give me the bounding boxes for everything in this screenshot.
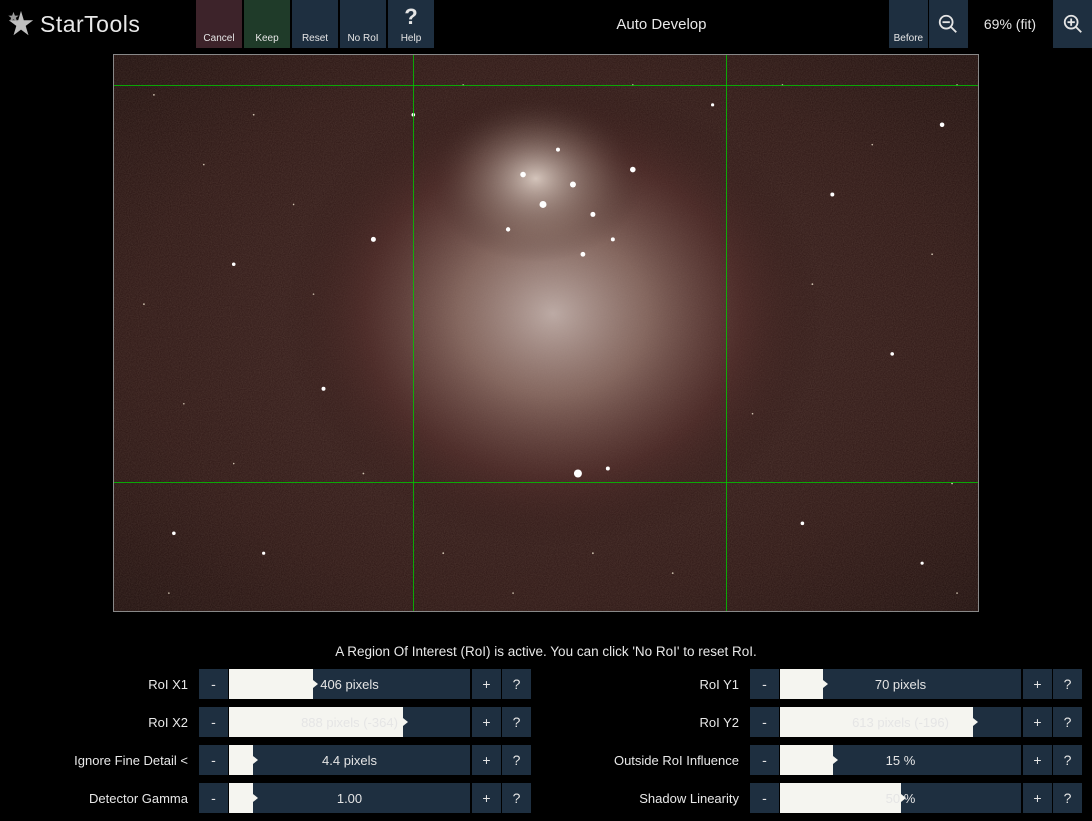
param-help-button[interactable]: ? bbox=[501, 745, 531, 775]
param-label: RoI Y1 bbox=[561, 669, 749, 699]
param-help-button[interactable]: ? bbox=[501, 707, 531, 737]
param-row: Outside RoI Influence-15 %+? bbox=[561, 745, 1082, 775]
zoom-level: 69% (fit) bbox=[968, 0, 1052, 48]
keep-label: Keep bbox=[255, 33, 278, 44]
param-decrement-button[interactable]: - bbox=[749, 783, 779, 813]
param-slider[interactable]: 406 pixels bbox=[229, 669, 470, 699]
param-label: RoI X1 bbox=[10, 669, 198, 699]
help-button[interactable]: ? Help bbox=[387, 0, 435, 48]
param-help-button[interactable]: ? bbox=[1052, 669, 1082, 699]
param-row: RoI Y1-70 pixels+? bbox=[561, 669, 1082, 699]
param-slider[interactable]: 70 pixels bbox=[780, 669, 1021, 699]
param-help-button[interactable]: ? bbox=[501, 669, 531, 699]
param-slider[interactable]: 888 pixels (-364) bbox=[229, 707, 470, 737]
zoom-in-icon bbox=[1062, 13, 1084, 35]
param-value: 4.4 pixels bbox=[229, 745, 470, 775]
param-slider[interactable]: 15 % bbox=[780, 745, 1021, 775]
keep-button[interactable]: Keep bbox=[243, 0, 291, 48]
no-roi-label: No RoI bbox=[347, 33, 378, 44]
param-increment-button[interactable]: + bbox=[471, 783, 501, 813]
module-title: Auto Develop bbox=[435, 0, 888, 48]
cancel-button[interactable]: Cancel bbox=[195, 0, 243, 48]
question-icon: ? bbox=[404, 0, 417, 33]
param-help-button[interactable]: ? bbox=[1052, 707, 1082, 737]
param-column-right: RoI Y1-70 pixels+?RoI Y2-613 pixels (-19… bbox=[561, 669, 1082, 821]
param-increment-button[interactable]: + bbox=[1022, 745, 1052, 775]
param-increment-button[interactable]: + bbox=[471, 707, 501, 737]
nebula-image bbox=[114, 55, 978, 611]
top-toolbar: StarTools Cancel Keep Reset No RoI ? Hel… bbox=[0, 0, 1092, 48]
param-column-left: RoI X1-406 pixels+?RoI X2-888 pixels (-3… bbox=[10, 669, 531, 821]
param-slider[interactable]: 4.4 pixels bbox=[229, 745, 470, 775]
param-row: Ignore Fine Detail <-4.4 pixels+? bbox=[10, 745, 531, 775]
param-increment-button[interactable]: + bbox=[471, 745, 501, 775]
param-label: RoI X2 bbox=[10, 707, 198, 737]
param-slider[interactable]: 50 % bbox=[780, 783, 1021, 813]
reset-label: Reset bbox=[302, 33, 328, 44]
before-button[interactable]: Before bbox=[888, 0, 928, 48]
parameters-panel: RoI X1-406 pixels+?RoI X2-888 pixels (-3… bbox=[0, 669, 1092, 821]
zoom-tools: Before 69% (fit) bbox=[888, 0, 1092, 48]
param-label: Outside RoI Influence bbox=[561, 745, 749, 775]
cancel-label: Cancel bbox=[203, 33, 234, 44]
before-label: Before bbox=[894, 33, 923, 44]
param-decrement-button[interactable]: - bbox=[749, 745, 779, 775]
param-help-button[interactable]: ? bbox=[1052, 783, 1082, 813]
param-help-button[interactable]: ? bbox=[501, 783, 531, 813]
param-decrement-button[interactable]: - bbox=[198, 669, 228, 699]
no-roi-button[interactable]: No RoI bbox=[339, 0, 387, 48]
zoom-out-icon bbox=[937, 13, 959, 35]
param-label: Shadow Linearity bbox=[561, 783, 749, 813]
star-icon bbox=[6, 9, 36, 39]
param-label: RoI Y2 bbox=[561, 707, 749, 737]
param-row: RoI X1-406 pixels+? bbox=[10, 669, 531, 699]
param-increment-button[interactable]: + bbox=[1022, 783, 1052, 813]
param-increment-button[interactable]: + bbox=[471, 669, 501, 699]
param-value: 1.00 bbox=[229, 783, 470, 813]
status-message: A Region Of Interest (RoI) is active. Yo… bbox=[0, 628, 1092, 669]
image-preview[interactable] bbox=[113, 54, 979, 612]
param-decrement-button[interactable]: - bbox=[198, 745, 228, 775]
app-name: StarTools bbox=[40, 11, 140, 38]
param-help-button[interactable]: ? bbox=[1052, 745, 1082, 775]
app-logo: StarTools bbox=[0, 0, 195, 48]
param-decrement-button[interactable]: - bbox=[198, 707, 228, 737]
param-decrement-button[interactable]: - bbox=[749, 707, 779, 737]
zoom-out-button[interactable] bbox=[928, 0, 968, 48]
roi-line-y2[interactable] bbox=[114, 482, 978, 483]
roi-line-y1[interactable] bbox=[114, 85, 978, 86]
param-increment-button[interactable]: + bbox=[1022, 669, 1052, 699]
canvas-area bbox=[0, 48, 1092, 628]
reset-button[interactable]: Reset bbox=[291, 0, 339, 48]
param-decrement-button[interactable]: - bbox=[749, 669, 779, 699]
param-increment-button[interactable]: + bbox=[1022, 707, 1052, 737]
help-label: Help bbox=[401, 33, 422, 44]
param-slider[interactable]: 1.00 bbox=[229, 783, 470, 813]
param-label: Detector Gamma bbox=[10, 783, 198, 813]
param-row: RoI X2-888 pixels (-364)+? bbox=[10, 707, 531, 737]
roi-line-x1[interactable] bbox=[413, 55, 414, 611]
param-slider[interactable]: 613 pixels (-196) bbox=[780, 707, 1021, 737]
roi-line-x2[interactable] bbox=[726, 55, 727, 611]
param-row: RoI Y2-613 pixels (-196)+? bbox=[561, 707, 1082, 737]
param-decrement-button[interactable]: - bbox=[198, 783, 228, 813]
zoom-in-button[interactable] bbox=[1052, 0, 1092, 48]
param-row: Shadow Linearity-50 %+? bbox=[561, 783, 1082, 813]
param-row: Detector Gamma-1.00+? bbox=[10, 783, 531, 813]
param-label: Ignore Fine Detail < bbox=[10, 745, 198, 775]
